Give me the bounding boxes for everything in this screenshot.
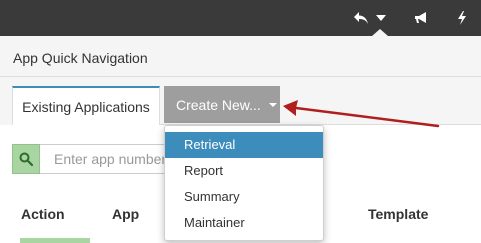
annotation-arrow (283, 100, 440, 128)
